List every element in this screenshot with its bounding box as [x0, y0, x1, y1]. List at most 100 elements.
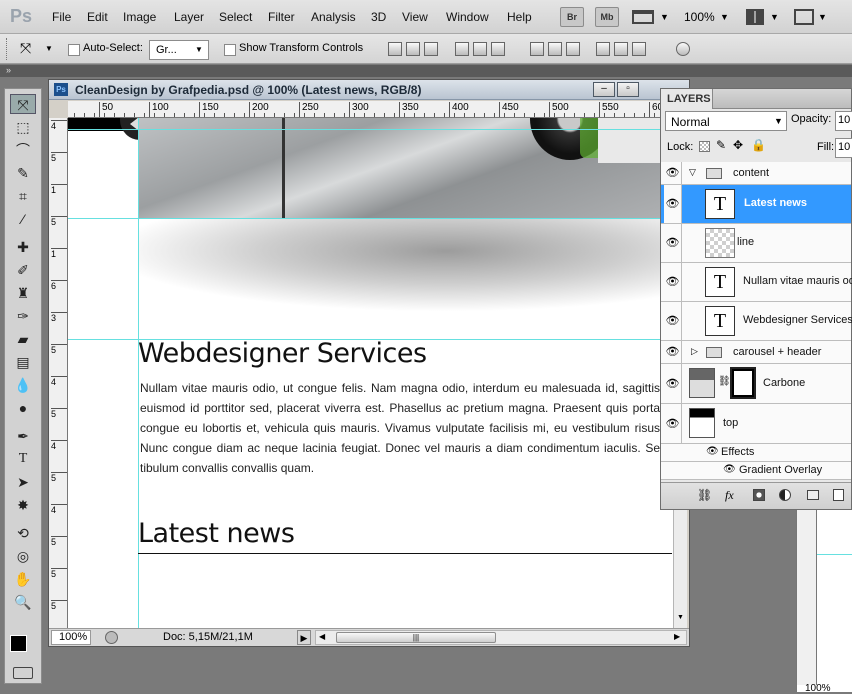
layer-row-latest-news[interactable]: 👁 T Latest news	[661, 185, 851, 224]
fill-input[interactable]: 10	[835, 138, 852, 158]
double-chevron-icon[interactable]: »	[6, 65, 11, 75]
crop-tool-icon[interactable]: ⌗	[10, 186, 36, 206]
layer-row-content[interactable]: 👁 ▽ content	[661, 162, 851, 185]
adjustment-layer-icon[interactable]	[779, 489, 791, 501]
lock-transparency-icon[interactable]	[699, 141, 710, 152]
align-bottom-icon[interactable]	[424, 42, 438, 56]
eye-icon[interactable]: 👁	[664, 185, 682, 223]
type-tool-icon[interactable]: T	[10, 449, 36, 469]
menu-layer[interactable]: Layer	[174, 10, 204, 24]
eye-icon[interactable]: 👁	[664, 302, 682, 340]
menu-3d[interactable]: 3D	[371, 10, 386, 24]
stamp-tool-icon[interactable]: ♜	[10, 283, 36, 303]
zoom-level[interactable]: 100%	[684, 10, 715, 24]
lock-position-icon[interactable]: ✥	[733, 138, 743, 152]
auto-select-dropdown[interactable]: Gr... ▼	[149, 40, 209, 60]
brush-tool-icon[interactable]: ✐	[10, 260, 36, 280]
eye-icon[interactable]: 👁	[664, 341, 682, 363]
show-transform-checkbox[interactable]	[224, 44, 236, 56]
shape-tool-icon[interactable]: ✸	[10, 495, 36, 515]
layer-row-line[interactable]: 👁 line	[661, 224, 851, 263]
eraser-tool-icon[interactable]: ▰	[10, 329, 36, 349]
distribute-vcenter-icon[interactable]	[548, 42, 562, 56]
arrange-documents-icon[interactable]	[746, 9, 764, 25]
screen-mode-icon[interactable]	[794, 9, 814, 25]
status-zoom[interactable]: 100%	[51, 630, 91, 645]
history-brush-tool-icon[interactable]: ✑	[10, 306, 36, 326]
add-mask-icon[interactable]	[753, 489, 765, 501]
distribute-left-icon[interactable]	[596, 42, 610, 56]
lasso-tool-icon[interactable]: ⌒	[10, 140, 36, 160]
healing-brush-tool-icon[interactable]: ✚	[10, 237, 36, 257]
scroll-left-icon[interactable]: ◀	[319, 632, 325, 641]
align-hcenter-icon[interactable]	[473, 42, 487, 56]
align-vcenter-icon[interactable]	[406, 42, 420, 56]
distribute-top-icon[interactable]	[530, 42, 544, 56]
eye-icon[interactable]: 👁	[706, 446, 719, 457]
chevron-down-icon[interactable]: ▼	[770, 12, 779, 22]
menu-select[interactable]: Select	[219, 10, 252, 24]
eye-icon[interactable]: 👁	[664, 364, 682, 403]
lock-all-icon[interactable]: 🔒	[751, 138, 766, 152]
group-expanded-icon[interactable]: ▽	[689, 167, 696, 178]
horizontal-scrollbar[interactable]: ◀ ||| ▶	[315, 630, 687, 645]
distribute-hcenter-icon[interactable]	[614, 42, 628, 56]
3d-rotate-tool-icon[interactable]: ⟲	[10, 523, 36, 543]
chain-link-icon[interactable]: ⛓	[718, 376, 731, 387]
lock-pixels-icon[interactable]: ✎	[716, 138, 726, 152]
layer-row-carousel-header[interactable]: 👁 ▷ carousel + header	[661, 341, 851, 364]
foreground-color-swatch[interactable]	[10, 635, 27, 652]
eyedropper-tool-icon[interactable]: ⁄	[10, 209, 36, 229]
minimize-button[interactable]: –	[593, 82, 615, 97]
status-menu-arrow-icon[interactable]: ▶	[297, 630, 311, 645]
new-group-icon[interactable]	[807, 490, 819, 500]
layer-effect-gradient-overlay[interactable]: 👁 Gradient Overlay	[661, 462, 851, 480]
menu-edit[interactable]: Edit	[87, 10, 108, 24]
opacity-input[interactable]: 10	[835, 111, 852, 131]
restore-button[interactable]: ▫	[617, 82, 639, 97]
eye-icon[interactable]: 👁	[664, 404, 682, 443]
menu-filter[interactable]: Filter	[268, 10, 295, 24]
canvas[interactable]: Webdesigner Services Nullam vitae mauris…	[68, 118, 680, 628]
eye-icon[interactable]: 👁	[723, 464, 736, 475]
menu-analysis[interactable]: Analysis	[311, 10, 356, 24]
bridge-button[interactable]: Br	[560, 7, 584, 27]
align-left-icon[interactable]	[455, 42, 469, 56]
pen-tool-icon[interactable]: ✒	[10, 426, 36, 446]
document-title-bar[interactable]: Ps CleanDesign by Grafpedia.psd @ 100% (…	[49, 80, 689, 100]
layer-effects-row[interactable]: 👁 Effects	[661, 444, 851, 462]
blend-mode-dropdown[interactable]: Normal ▼	[665, 111, 787, 131]
scroll-thumb[interactable]: |||	[336, 632, 496, 643]
chevron-down-icon[interactable]: ▼	[720, 12, 729, 22]
menu-view[interactable]: View	[402, 10, 428, 24]
link-layers-icon[interactable]: ⛓	[697, 488, 712, 502]
tab-layers[interactable]: LAYERS	[661, 89, 713, 109]
dodge-tool-icon[interactable]: ●	[10, 398, 36, 418]
eye-icon[interactable]: 👁	[664, 162, 682, 184]
distribute-bottom-icon[interactable]	[566, 42, 580, 56]
scroll-down-icon[interactable]: ▼	[677, 614, 684, 621]
minibridge-button[interactable]: Mb	[595, 7, 619, 27]
distribute-right-icon[interactable]	[632, 42, 646, 56]
eye-icon[interactable]: 👁	[664, 263, 682, 301]
eye-icon[interactable]: 👁	[664, 224, 682, 262]
auto-select-checkbox[interactable]	[68, 44, 80, 56]
align-right-icon[interactable]	[491, 42, 505, 56]
gradient-tool-icon[interactable]: ▤	[10, 352, 36, 372]
chevron-down-icon[interactable]: ▼	[660, 12, 669, 22]
3d-orbit-tool-icon[interactable]: ◎	[10, 546, 36, 566]
view-extras-icon[interactable]	[632, 10, 654, 24]
layer-row-webdesigner[interactable]: 👁 T Webdesigner Services	[661, 302, 852, 341]
fx-icon[interactable]: fx	[725, 488, 734, 503]
status-info-icon[interactable]	[105, 631, 118, 644]
menu-window[interactable]: Window	[446, 10, 489, 24]
new-layer-icon[interactable]	[833, 489, 844, 501]
marquee-tool-icon[interactable]: ⬚	[10, 117, 36, 137]
quick-mask-icon[interactable]	[13, 667, 33, 679]
layer-row-carbone[interactable]: 👁 ⛓ Carbone	[661, 364, 851, 404]
menu-file[interactable]: File	[52, 10, 71, 24]
auto-align-icon[interactable]	[676, 42, 690, 56]
blur-tool-icon[interactable]: 💧	[10, 375, 36, 395]
menu-image[interactable]: Image	[123, 10, 156, 24]
hand-tool-icon[interactable]: ✋	[10, 569, 36, 589]
